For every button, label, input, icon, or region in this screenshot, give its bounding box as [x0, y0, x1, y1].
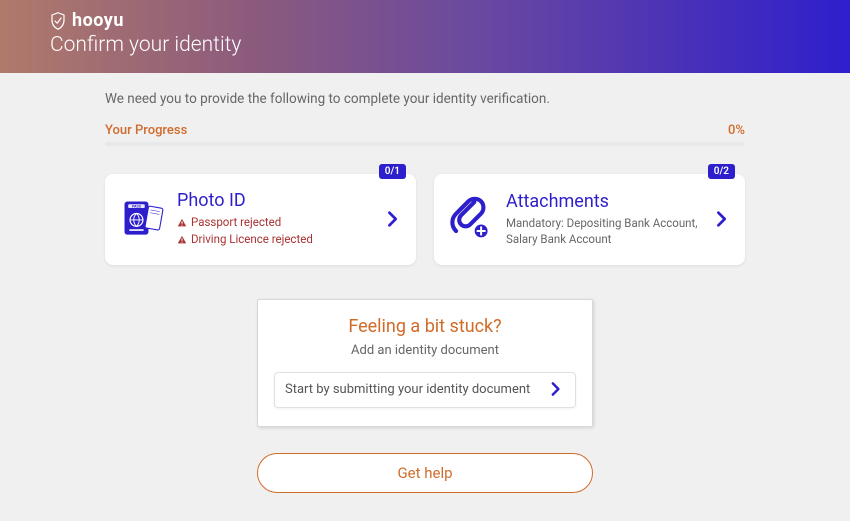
attachments-title: Attachments	[506, 191, 701, 212]
progress-value: 0%	[728, 123, 745, 138]
attachments-card[interactable]: 0/2 Attachments Mandatory: Depositing Ba…	[434, 174, 745, 265]
photo-id-error-2: Driving Licence rejected	[177, 231, 372, 248]
svg-text:PASS: PASS	[132, 205, 142, 209]
photo-id-title: Photo ID	[177, 190, 372, 211]
get-help-button[interactable]: Get help	[257, 453, 593, 493]
error-text: Driving Licence rejected	[191, 231, 313, 248]
chevron-right-icon	[384, 210, 402, 228]
main-content: We need you to provide the following to …	[105, 73, 745, 493]
progress-bar	[105, 142, 745, 146]
alert-icon	[177, 235, 187, 245]
shield-icon	[50, 12, 66, 30]
chevron-right-icon	[547, 381, 565, 399]
progress-row: Your Progress 0%	[105, 123, 745, 138]
get-help-label: Get help	[397, 464, 452, 482]
photo-id-badge: 0/1	[379, 164, 406, 179]
paperclip-icon	[448, 196, 494, 242]
stuck-title: Feeling a bit stuck?	[274, 316, 576, 337]
photo-id-body: Photo ID Passport rejected Driving Licen…	[177, 190, 372, 249]
passport-icon: PASS	[119, 196, 165, 242]
stuck-box: Feeling a bit stuck? Add an identity doc…	[257, 299, 593, 427]
brand-name: hooyu	[72, 10, 124, 31]
stuck-subtitle: Add an identity document	[274, 343, 576, 358]
submit-identity-label: Start by submitting your identity docume…	[285, 382, 530, 397]
submit-identity-button[interactable]: Start by submitting your identity docume…	[274, 372, 576, 408]
page-title: Confirm your identity	[50, 33, 800, 57]
alert-icon	[177, 218, 187, 228]
cards-row: 0/1 PASS Photo ID	[105, 174, 745, 265]
error-text: Passport rejected	[191, 214, 281, 231]
logo: hooyu	[50, 10, 800, 31]
attachments-badge: 0/2	[708, 164, 735, 179]
progress-label: Your Progress	[105, 123, 187, 138]
attachments-desc: Mandatory: Depositing Bank Account, Sala…	[506, 215, 701, 247]
photo-id-card[interactable]: 0/1 PASS Photo ID	[105, 174, 416, 265]
instruction-text: We need you to provide the following to …	[105, 91, 745, 107]
header: hooyu Confirm your identity	[0, 0, 850, 73]
photo-id-error-1: Passport rejected	[177, 214, 372, 231]
chevron-right-icon	[713, 210, 731, 228]
attachments-body: Attachments Mandatory: Depositing Bank A…	[506, 191, 701, 247]
